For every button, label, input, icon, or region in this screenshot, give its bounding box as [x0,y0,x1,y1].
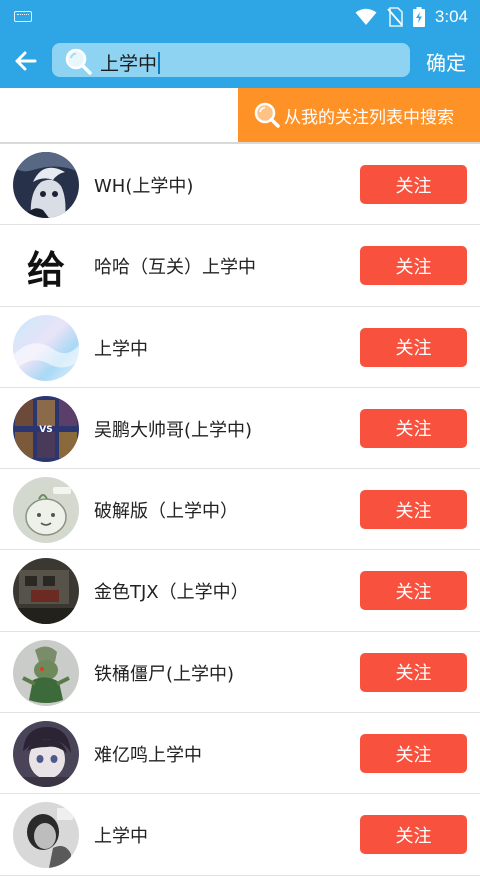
arrow-left-icon [15,51,37,71]
follow-button[interactable]: 关注 [360,815,467,855]
list-item[interactable]: 给 哈哈（互关）上学中 关注 [0,225,480,307]
avatar [13,639,79,706]
no-sim-icon [387,7,403,27]
follow-button[interactable]: 关注 [360,734,467,774]
search-query-text: 上学中 [100,49,161,76]
user-name: 难亿鸣上学中 [94,745,202,767]
user-name: 金色TJX（上学中） [94,582,249,604]
user-name: 铁桶僵尸(上学中) [94,663,235,685]
avatar [13,477,79,544]
search-following-button[interactable]: 从我的关注列表中搜索 [238,88,480,142]
follow-button[interactable]: 关注 [360,408,467,448]
avatar: 给 [26,247,65,292]
user-name: 上学中 [94,826,148,848]
list-item[interactable]: 难亿鸣上学中 关注 [0,713,480,795]
list-item[interactable]: 上学中 关注 [0,307,480,388]
follow-button[interactable]: 关注 [360,571,467,611]
list-item[interactable]: VS 吴鹏大帅哥(上学中) 关注 [0,388,480,470]
status-time: 3:04 [434,7,468,26]
search-toolbar: 上学中 确定 [0,33,480,88]
status-bar: 3:04 [0,0,480,33]
avatar [13,558,79,625]
list-item[interactable]: 铁桶僵尸(上学中) 关注 [0,632,480,714]
avatar [13,152,79,218]
avatar [13,721,79,788]
search-icon [65,48,92,75]
search-following-label: 从我的关注列表中搜索 [284,107,454,128]
list-item[interactable]: WH(上学中) 关注 [0,144,480,226]
search-input[interactable]: 上学中 [52,43,410,77]
list-item[interactable]: 金色TJX（上学中） 关注 [0,550,480,632]
search-icon [254,102,280,128]
back-button[interactable] [8,43,44,79]
svg-text:VS: VS [39,425,52,435]
user-name: 吴鹏大帅哥(上学中) [94,419,253,441]
follow-button[interactable]: 关注 [360,246,467,286]
user-list: WH(上学中) 关注 给 哈哈（互关）上学中 关注 上学中 关注 VS 吴鹏大帅… [0,144,480,876]
user-name: WH(上学中) [94,176,194,197]
keyboard-icon [14,11,32,22]
user-name: 哈哈（互关）上学中 [94,257,256,279]
follow-button[interactable]: 关注 [360,652,467,692]
avatar [13,802,79,869]
user-name: 上学中 [94,338,148,360]
follow-button[interactable]: 关注 [360,490,467,530]
avatar: VS [13,395,79,462]
user-name: 破解版（上学中） [94,501,238,523]
avatar [13,314,79,381]
list-item[interactable]: 破解版（上学中） 关注 [0,469,480,551]
wifi-icon [355,8,377,25]
confirm-button[interactable]: 确定 [426,47,466,76]
list-item[interactable]: 上学中 关注 [0,794,480,876]
battery-charging-icon [412,7,425,27]
follow-button[interactable]: 关注 [360,327,467,367]
follow-button[interactable]: 关注 [360,165,467,204]
